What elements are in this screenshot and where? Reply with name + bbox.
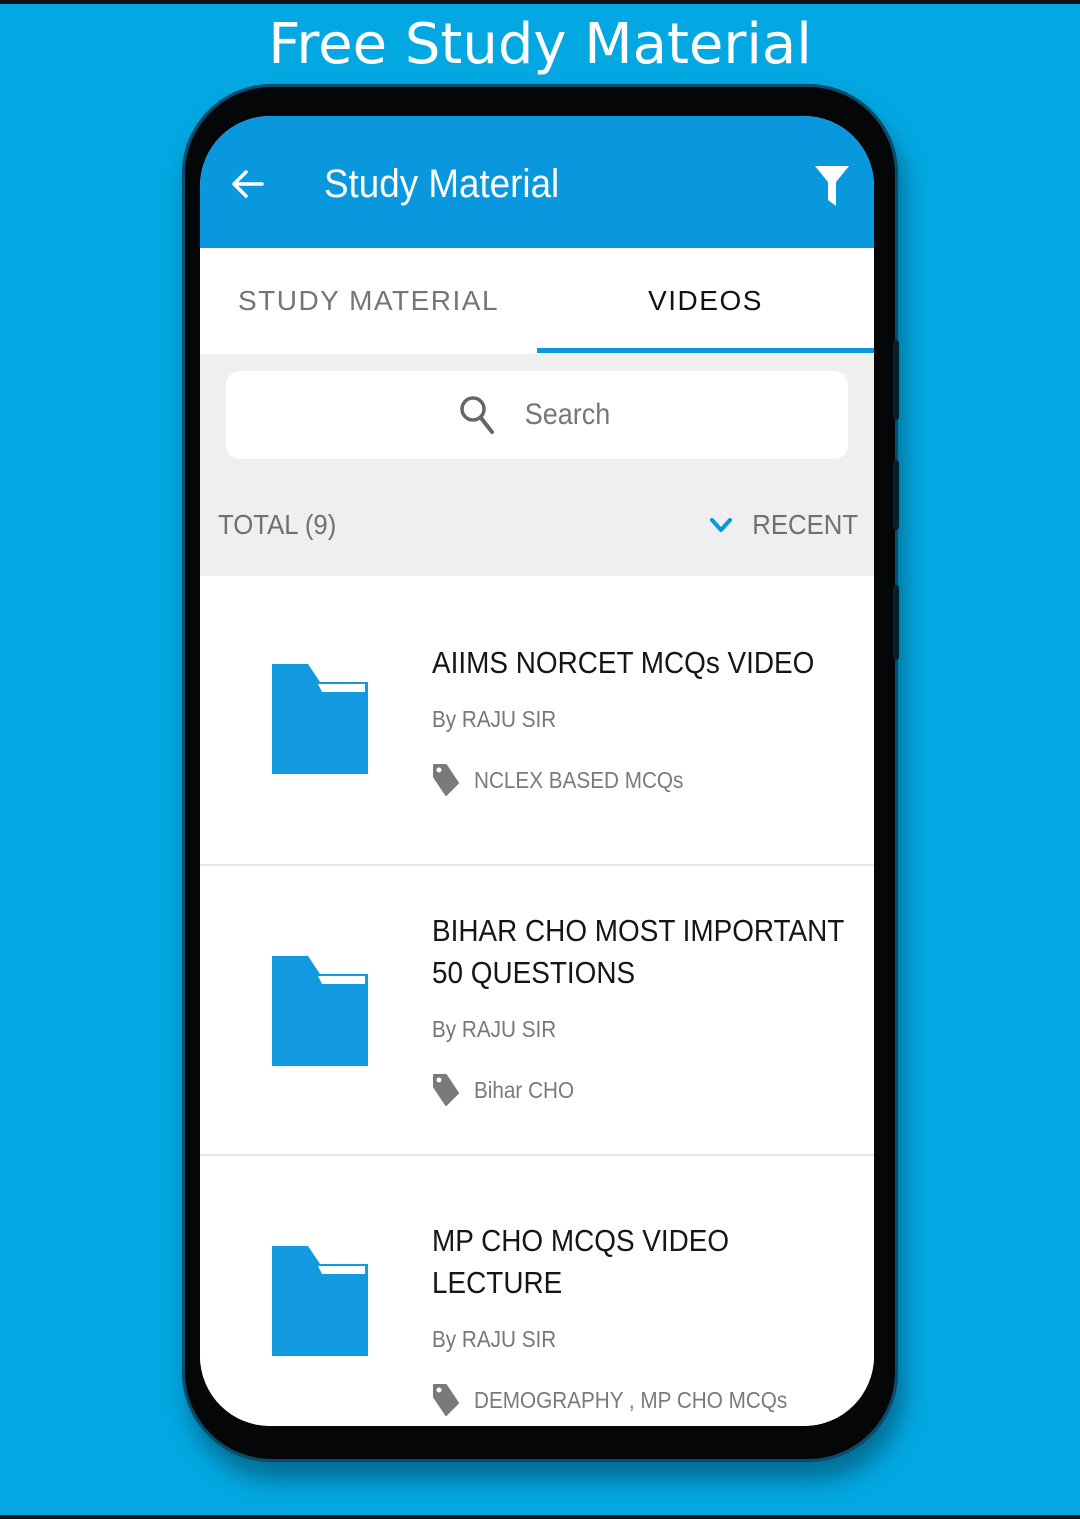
- search-icon: [460, 396, 495, 434]
- phone-side-button: [893, 585, 899, 660]
- tag-icon: [433, 1384, 459, 1416]
- top-edge: [0, 0, 1080, 4]
- item-tags: Bihar CHO: [474, 1076, 575, 1103]
- item-tags: DEMOGRAPHY , MP CHO MCQs: [474, 1386, 788, 1413]
- chevron-down-icon: [709, 518, 732, 532]
- filter-button[interactable]: [812, 162, 852, 210]
- bottom-edge: [0, 1515, 1080, 1519]
- app-bar: Study Material: [200, 116, 874, 248]
- tag-icon: [433, 764, 459, 796]
- tag-icon: [433, 1074, 459, 1106]
- filter-funnel-icon: [815, 166, 849, 206]
- item-title: AIIMS NORCET MCQs VIDEO: [432, 645, 815, 680]
- tab-bar: STUDY MATERIAL VIDEOS: [200, 248, 874, 354]
- phone-side-button: [893, 460, 899, 530]
- app-bar-title: Study Material: [324, 162, 560, 206]
- sort-label: RECENT: [752, 509, 858, 540]
- list-item[interactable]: MP CHO MCQS VIDEO LECTURE By RAJU SIR DE…: [200, 1156, 874, 1426]
- filter-area: Search TOTAL (9) RECENT: [200, 354, 874, 576]
- item-author: By RAJU SIR: [432, 706, 557, 732]
- item-author: By RAJU SIR: [432, 1016, 557, 1042]
- sort-dropdown[interactable]: RECENT: [709, 509, 858, 541]
- video-list: AIIMS NORCET MCQs VIDEO By RAJU SIR NCLE…: [200, 576, 874, 1426]
- list-item[interactable]: BIHAR CHO MOST IMPORTANT 50 QUESTIONS By…: [200, 866, 874, 1156]
- item-title: BIHAR CHO MOST IMPORTANT 50 QUESTIONS: [432, 913, 844, 990]
- item-tags: NCLEX BASED MCQs: [474, 766, 684, 793]
- total-count: TOTAL (9): [218, 509, 337, 540]
- list-item[interactable]: AIIMS NORCET MCQs VIDEO By RAJU SIR NCLE…: [200, 576, 874, 866]
- phone-side-button: [893, 340, 899, 420]
- arrow-left-icon: [232, 170, 264, 198]
- search-input[interactable]: Search: [226, 371, 848, 459]
- folder-icon: [272, 1246, 368, 1356]
- tab-videos[interactable]: VIDEOS: [537, 248, 874, 354]
- folder-icon: [272, 664, 368, 774]
- promo-title: Free Study Material: [268, 12, 812, 77]
- phone-screen: Study Material STUDY MATERIAL VIDEOS Sea…: [200, 116, 874, 1426]
- search-placeholder: Search: [525, 398, 611, 431]
- item-title: MP CHO MCQS VIDEO LECTURE: [432, 1223, 730, 1300]
- folder-icon: [272, 956, 368, 1066]
- tab-study-material[interactable]: STUDY MATERIAL: [200, 248, 537, 354]
- item-author: By RAJU SIR: [432, 1326, 557, 1352]
- back-button[interactable]: [228, 164, 268, 204]
- active-tab-indicator: [537, 348, 874, 353]
